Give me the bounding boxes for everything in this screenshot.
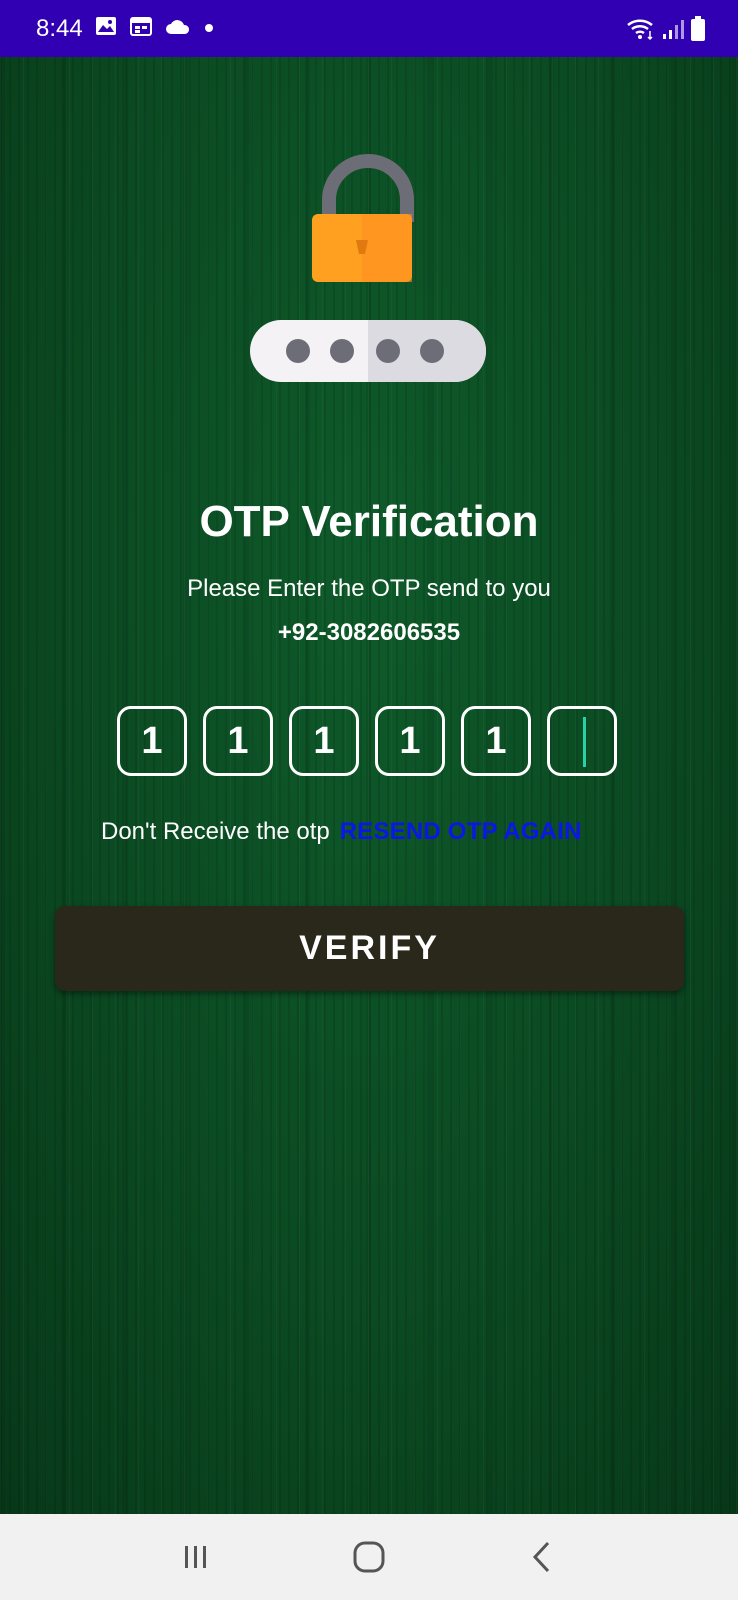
resend-otp-link[interactable]: RESEND OTP AGAIN bbox=[340, 818, 582, 845]
otp-digit-field[interactable]: 1 bbox=[375, 706, 445, 776]
image-icon bbox=[95, 16, 117, 41]
dot-icon bbox=[204, 20, 214, 38]
text-cursor bbox=[583, 717, 586, 767]
calendar-icon bbox=[129, 16, 152, 41]
status-icons-right bbox=[626, 16, 706, 47]
lock-password-icon bbox=[250, 152, 486, 422]
otp-digit-field[interactable]: 1 bbox=[203, 706, 273, 776]
page-title: OTP Verification bbox=[199, 497, 539, 546]
phone-number: +92-3082606535 bbox=[277, 619, 461, 646]
home-icon[interactable] bbox=[339, 1527, 399, 1587]
wifi-icon bbox=[626, 17, 656, 46]
verify-button[interactable]: VERIFY bbox=[55, 906, 684, 991]
status-time: 8:44 bbox=[36, 14, 83, 42]
resend-prompt: Don't Receive the otp bbox=[101, 818, 330, 845]
screen: 8:44 OTP Verification Please Enter the O… bbox=[0, 0, 738, 1600]
otp-digit-field-active[interactable] bbox=[547, 706, 617, 776]
signal-icon bbox=[662, 18, 684, 45]
instruction-text: Please Enter the OTP send to you bbox=[187, 575, 551, 602]
otp-digit-field[interactable]: 1 bbox=[117, 706, 187, 776]
otp-digit-field[interactable]: 1 bbox=[461, 706, 531, 776]
otp-digit-field[interactable]: 1 bbox=[289, 706, 359, 776]
navigation-bar bbox=[0, 1514, 738, 1600]
battery-icon bbox=[690, 16, 706, 47]
back-icon[interactable] bbox=[512, 1527, 572, 1587]
resend-row: Don't Receive the otp RESEND OTP AGAIN bbox=[101, 818, 582, 846]
otp-input-group: 1 1 1 1 1 bbox=[117, 706, 617, 776]
recent-apps-icon[interactable] bbox=[166, 1527, 226, 1587]
cloud-icon bbox=[165, 17, 191, 40]
status-bar: 8:44 bbox=[0, 0, 738, 57]
